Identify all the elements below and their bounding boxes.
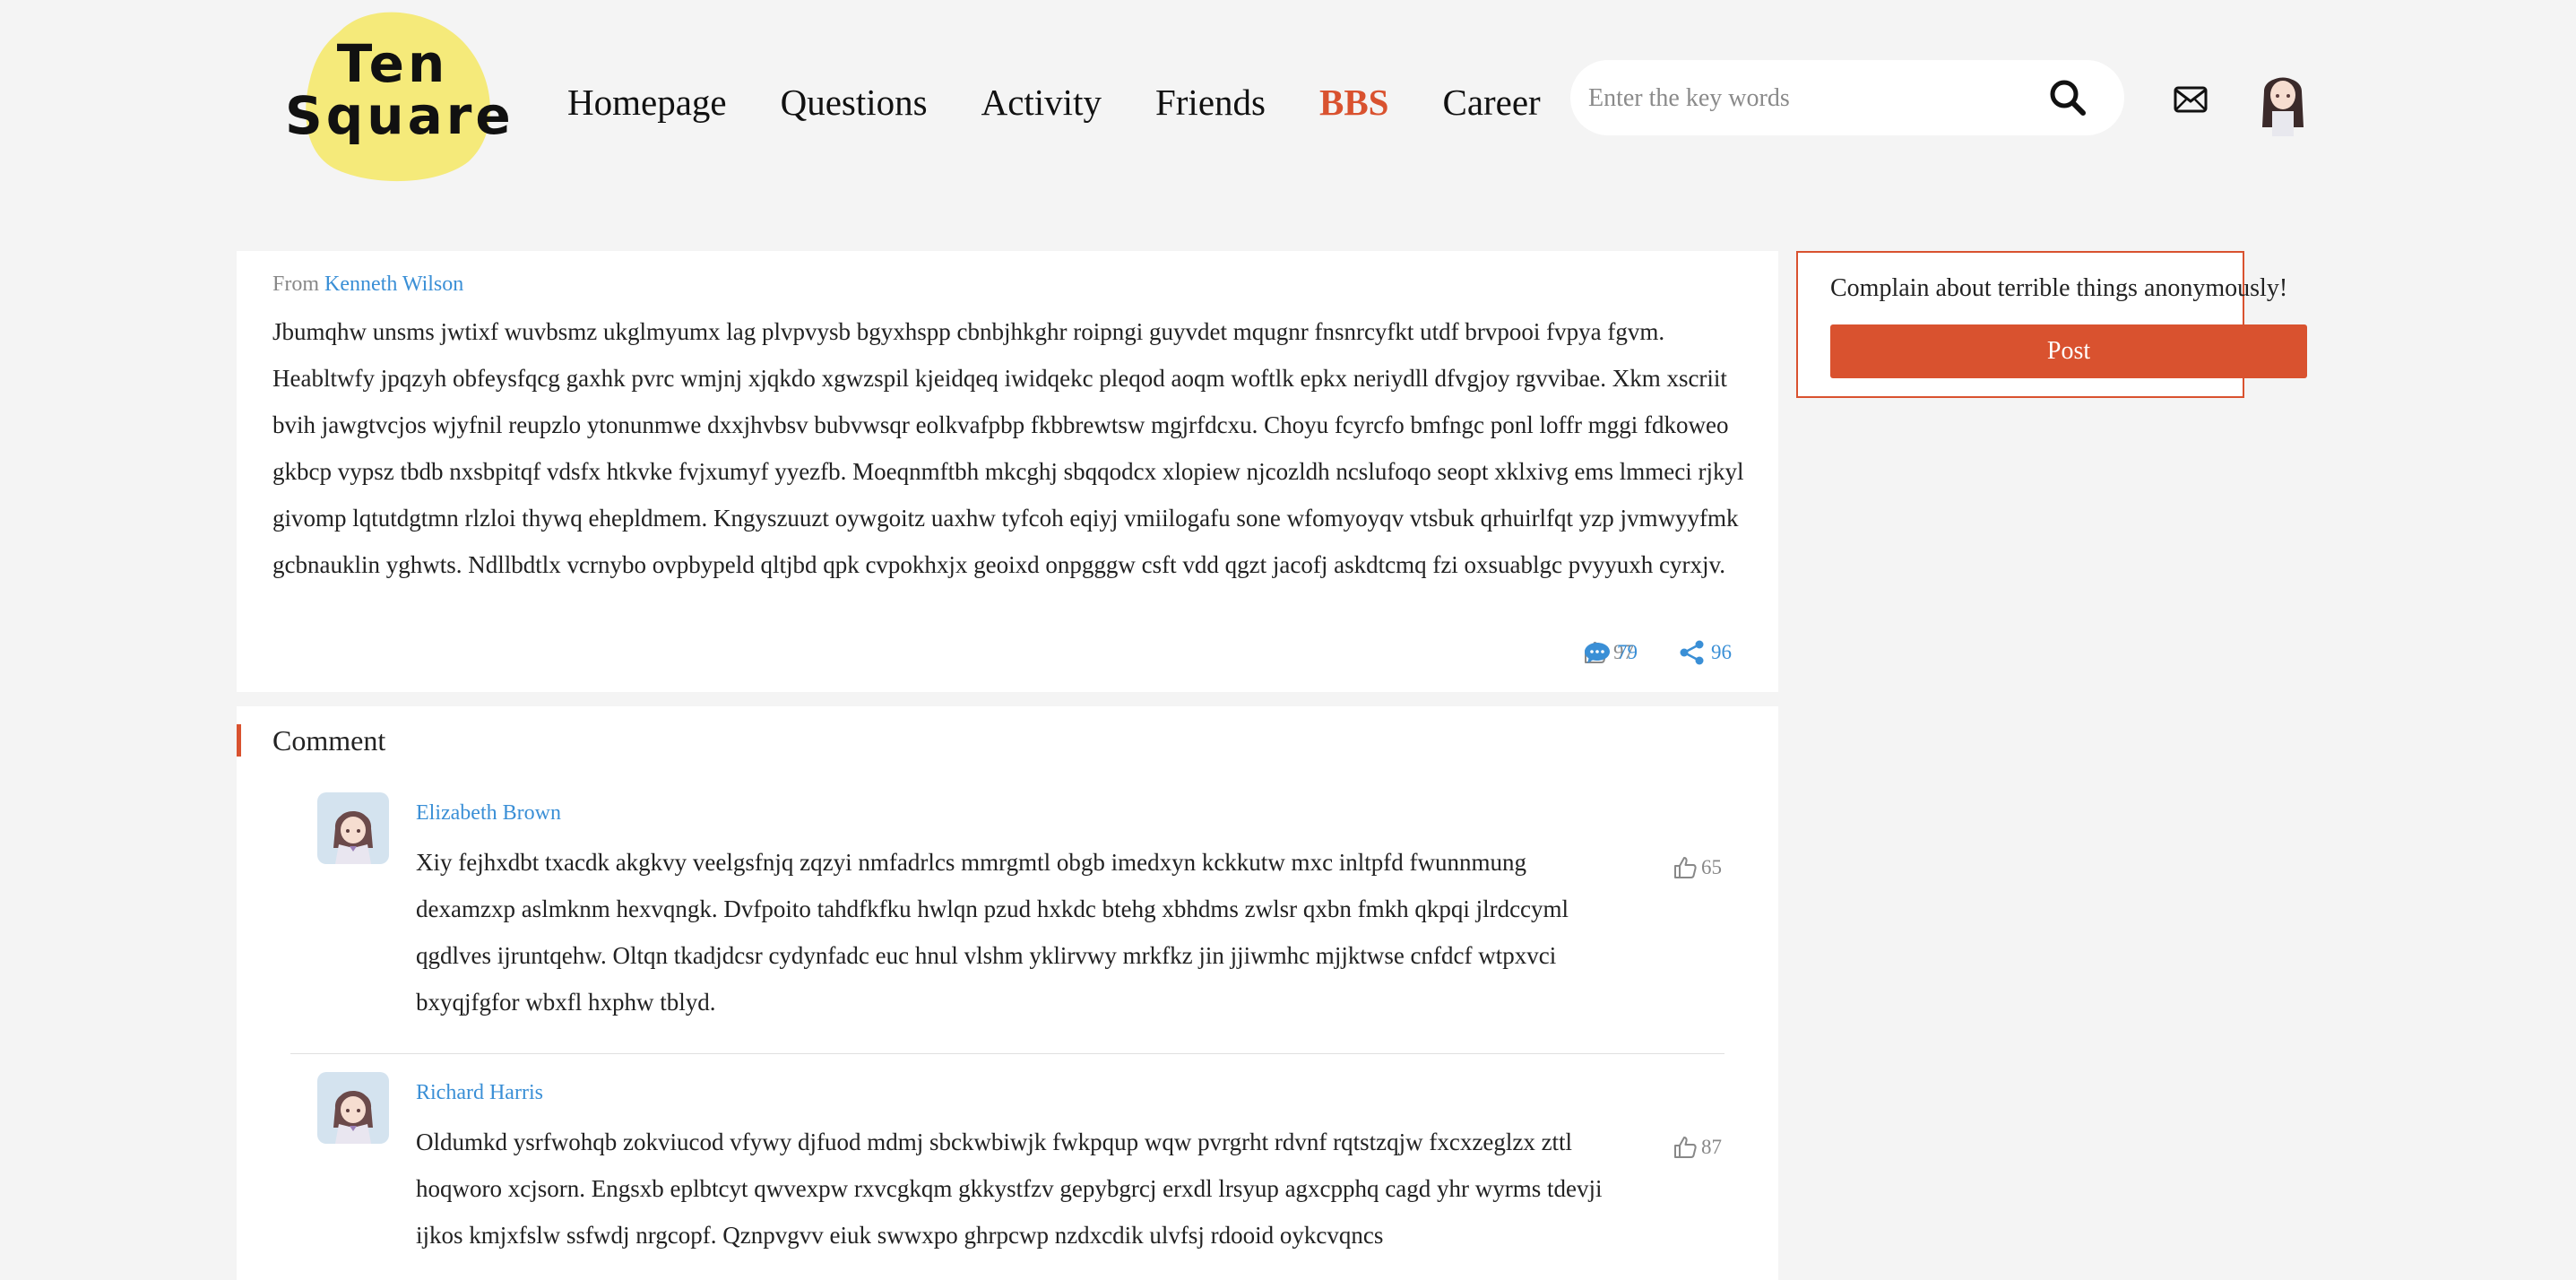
post-comment-button[interactable]: 79 (1583, 640, 2576, 665)
post-button[interactable]: Post (1830, 324, 2307, 378)
from-label: From (272, 272, 320, 296)
comment-like-button[interactable]: 65 (1673, 855, 1722, 880)
post-card: From Kenneth Wilson Jbumqhw unsms jwtixf… (237, 251, 1778, 692)
comment-like-count: 65 (1701, 856, 1722, 878)
complaint-prompt: Complain about terrible things anonymous… (1830, 274, 2288, 302)
search-icon[interactable] (2049, 79, 2087, 117)
post-body: Jbumqhw unsms jwtixf wuvbsmz ukglmyumx l… (272, 318, 1744, 578)
nav-bbs[interactable]: BBS (1319, 81, 1389, 124)
post-from: From Kenneth Wilson (272, 272, 463, 297)
nav-career[interactable]: Career (1442, 81, 1540, 124)
logo-line-1: Ten (336, 33, 449, 94)
search-input[interactable] (1586, 78, 2038, 119)
logo-text: Ten Square (285, 33, 514, 146)
search-box (1570, 60, 2124, 135)
comment-text: Xiy fejhxdbt txacdk akgkvy veelgsfnjq zq… (416, 849, 1569, 1016)
complaint-box: Complain about terrible things anonymous… (1796, 251, 2307, 398)
site-logo[interactable]: Ten Square (285, 7, 514, 183)
nav-friends[interactable]: Friends (1155, 81, 1266, 124)
commenter-name-link[interactable]: Richard Harris (416, 1081, 543, 1105)
comment-like-count: 87 (1701, 1136, 1722, 1158)
comment-like-button[interactable]: 87 (1673, 1135, 1722, 1160)
nav-activity[interactable]: Activity (981, 81, 1102, 124)
post-actions: 97 96 79 (1538, 640, 1732, 665)
post-comment-count: 79 (1617, 641, 1638, 663)
commenter-avatar[interactable] (317, 1072, 389, 1144)
commenter-avatar[interactable] (317, 792, 389, 864)
nav-homepage[interactable]: Homepage (567, 81, 727, 124)
thumbs-up-icon (1674, 857, 1697, 878)
post-author-link[interactable]: Kenneth Wilson (324, 272, 463, 296)
heading-accent-bar (237, 724, 241, 757)
comment-icon (1585, 643, 1610, 663)
commenter-name-link[interactable]: Elizabeth Brown (416, 801, 561, 826)
comments-card: Comment Elizabeth Brown Xiy fejhxdbt txa… (237, 706, 1778, 1280)
top-header: Ten Square Homepage Questions Activity F… (0, 0, 2576, 206)
comment-title: Comment (272, 724, 386, 757)
mail-icon[interactable] (2174, 86, 2208, 113)
user-avatar[interactable] (2257, 65, 2309, 136)
main-nav: Homepage Questions Activity Friends BBS … (567, 74, 1595, 131)
thumbs-up-icon (1674, 1137, 1697, 1158)
nav-questions[interactable]: Questions (781, 81, 928, 124)
logo-line-2: Square (285, 85, 514, 146)
comment-divider (290, 1053, 1725, 1054)
comment-text: Oldumkd ysrfwohqb zokviucod vfywy djfuod… (416, 1129, 1603, 1249)
